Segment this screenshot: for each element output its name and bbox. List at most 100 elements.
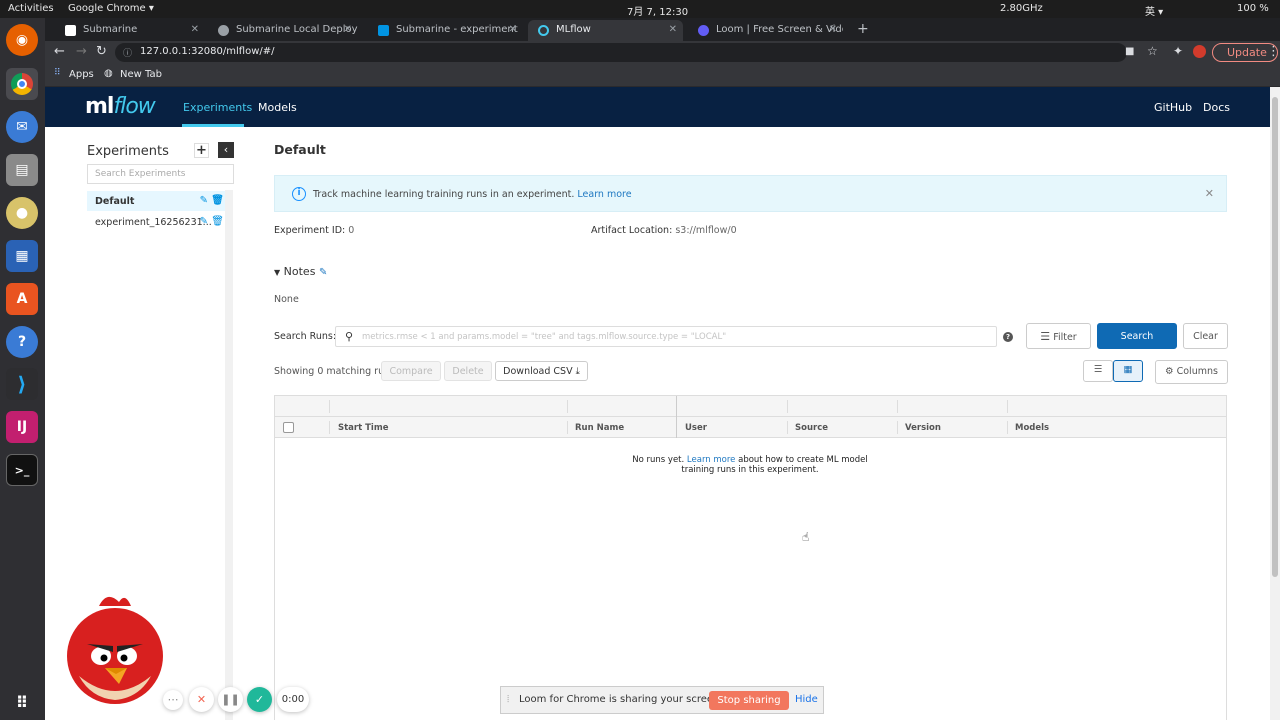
column-header-user[interactable]: User — [685, 423, 707, 433]
menu-icon[interactable]: ⋮ — [1267, 44, 1280, 59]
filter-button[interactable]: ☰ Filter — [1026, 323, 1091, 349]
loom-finish-icon[interactable]: ✓ — [247, 687, 272, 712]
tab-label: MLflow — [556, 24, 591, 35]
back-icon[interactable]: ← — [54, 44, 65, 59]
extensions-icon[interactable]: ✦ — [1173, 44, 1183, 58]
column-separator — [676, 417, 677, 438]
add-experiment-button[interactable]: + — [194, 143, 209, 158]
dock: ◉ ✉ ▤ ● ▦ A ? ⟩ IJ >_ ⠿ — [0, 18, 45, 720]
profile-avatar[interactable] — [1193, 45, 1206, 58]
bookmark-new-tab[interactable]: New Tab — [120, 69, 162, 80]
battery-indicator[interactable]: 100 % — [1237, 3, 1269, 14]
activities-button[interactable]: Activities — [8, 3, 54, 14]
close-icon[interactable]: ✕ — [509, 24, 517, 35]
close-icon[interactable]: ✕ — [669, 24, 677, 35]
select-all-checkbox[interactable] — [283, 422, 294, 433]
bookmark-apps[interactable]: Apps — [69, 69, 94, 80]
close-icon[interactable]: ✕ — [191, 24, 199, 35]
loom-more-icon[interactable]: ⋯ — [163, 690, 183, 710]
new-tab-button[interactable]: + — [857, 21, 869, 37]
drag-handle-icon[interactable]: ⦙ — [507, 694, 509, 705]
address-bar[interactable]: ⓘ 127.0.0.1:32080/mlflow/#/ — [115, 43, 1127, 62]
hide-button[interactable]: Hide — [795, 694, 818, 705]
trash-icon[interactable]: 🗑 — [211, 216, 224, 227]
list-view-button[interactable]: ☰ — [1083, 360, 1113, 382]
edit-icon[interactable]: ✎ — [200, 216, 208, 227]
column-header-version[interactable]: Version — [905, 423, 941, 433]
nav-experiments[interactable]: Experiments — [183, 101, 252, 114]
loom-camera-bubble[interactable] — [59, 588, 171, 708]
nav-github[interactable]: GitHub — [1154, 101, 1192, 114]
software-icon[interactable]: A — [6, 283, 38, 315]
column-header-run-name[interactable]: Run Name — [575, 423, 624, 433]
input-method-indicator[interactable]: 英 ▾ — [1145, 3, 1163, 18]
mlflow-header: mlflow Experiments Models GitHub Docs — [45, 87, 1270, 127]
download-csv-button[interactable]: Download CSV ⤓ — [495, 361, 588, 381]
forward-icon[interactable]: → — [76, 44, 87, 59]
column-header-source[interactable]: Source — [795, 423, 828, 433]
bookmark-star-icon[interactable]: ☆ — [1147, 44, 1158, 58]
cpu-indicator[interactable]: 2.80GHz — [1000, 3, 1043, 14]
chrome-icon[interactable] — [6, 68, 38, 100]
tab-strip: Submarine ✕ Submarine Local Deploym ✕ Su… — [45, 18, 1280, 41]
vscode-icon[interactable]: ⟩ — [6, 368, 38, 400]
rhythmbox-icon[interactable]: ● — [6, 197, 38, 229]
nav-models[interactable]: Models — [258, 101, 297, 114]
tab-loom[interactable]: Loom | Free Screen & Vide ✕ — [688, 20, 843, 41]
clear-button[interactable]: Clear — [1183, 323, 1228, 349]
terminal-icon[interactable]: >_ — [6, 454, 38, 486]
compare-button[interactable]: Compare — [381, 361, 441, 381]
thunderbird-icon[interactable]: ✉ — [6, 111, 38, 143]
stop-sharing-button[interactable]: Stop sharing — [709, 691, 789, 710]
experiment-id: Experiment ID: 0 — [274, 225, 354, 236]
mlflow-logo[interactable]: mlflow — [85, 94, 156, 119]
firefox-icon[interactable]: ◉ — [6, 24, 38, 56]
edit-notes-icon[interactable]: ✎ — [319, 267, 327, 278]
runs-table: Start Time Run Name User Source Version … — [274, 395, 1227, 720]
caret-down-icon[interactable]: ▼ — [274, 268, 280, 277]
info-icon[interactable]: ⓘ — [123, 46, 132, 59]
show-apps-icon[interactable]: ⠿ — [6, 686, 38, 718]
alert-learn-more-link[interactable]: Learn more — [577, 189, 631, 200]
collapse-sidebar-button[interactable]: ‹ — [218, 142, 234, 158]
column-header-models[interactable]: Models — [1015, 423, 1049, 433]
column-header-start-time[interactable]: Start Time — [338, 423, 388, 433]
sidebar-item-experiment[interactable]: experiment_16256231... ✎ 🗑 — [87, 212, 228, 232]
edit-icon[interactable]: ✎ — [200, 195, 208, 206]
help-icon[interactable]: ? — [6, 326, 38, 358]
clock[interactable]: 7月 7, 12:30 — [627, 3, 688, 18]
info-icon: i — [292, 187, 306, 201]
trash-icon[interactable]: 🗑 — [211, 195, 224, 206]
close-icon[interactable]: ✕ — [344, 24, 352, 35]
intellij-icon[interactable]: IJ — [6, 411, 38, 443]
nav-docs[interactable]: Docs — [1203, 101, 1230, 114]
search-runs-input[interactable]: ⚲ metrics.rmse < 1 and params.model = "t… — [335, 326, 997, 347]
delete-button[interactable]: Delete — [444, 361, 492, 381]
tab-mlflow[interactable]: MLflow ✕ — [528, 20, 683, 41]
camera-icon[interactable]: ■ — [1125, 46, 1134, 57]
search-experiments-input[interactable]: Search Experiments — [87, 164, 234, 184]
help-icon[interactable]: ? — [1003, 332, 1013, 342]
no-runs-learn-more-link[interactable]: Learn more — [687, 455, 735, 465]
search-runs-label: Search Runs: — [274, 331, 337, 342]
tab-submarine-experiment[interactable]: Submarine - experiment ✕ — [368, 20, 523, 41]
close-icon[interactable]: ✕ — [1205, 187, 1214, 200]
loom-pause-icon[interactable]: ❚❚ — [218, 687, 243, 712]
reload-icon[interactable]: ↻ — [96, 44, 107, 59]
chrome-app-menu[interactable]: Google Chrome ▾ — [68, 3, 154, 14]
files-icon[interactable]: ▤ — [6, 154, 38, 186]
columns-button[interactable]: ⚙ Columns — [1155, 360, 1228, 384]
sidebar-scrollbar[interactable] — [225, 190, 233, 720]
alert-text: Track machine learning training runs in … — [313, 189, 575, 200]
sidebar-item-default[interactable]: Default ✎ 🗑 — [87, 191, 228, 211]
scrollbar-thumb[interactable] — [1272, 97, 1278, 577]
tab-submarine-local-deploy[interactable]: Submarine Local Deploym ✕ — [208, 20, 358, 41]
close-icon[interactable]: ✕ — [829, 24, 837, 35]
search-button[interactable]: Search — [1097, 323, 1177, 349]
writer-icon[interactable]: ▦ — [6, 240, 38, 272]
page-scrollbar[interactable] — [1270, 87, 1280, 720]
tab-submarine[interactable]: Submarine ✕ — [55, 20, 205, 41]
loom-cancel-icon[interactable]: ✕ — [189, 687, 214, 712]
notes-toggle[interactable]: ▼ Notes ✎ — [274, 265, 327, 278]
grid-view-button[interactable]: ▦ — [1113, 360, 1143, 382]
